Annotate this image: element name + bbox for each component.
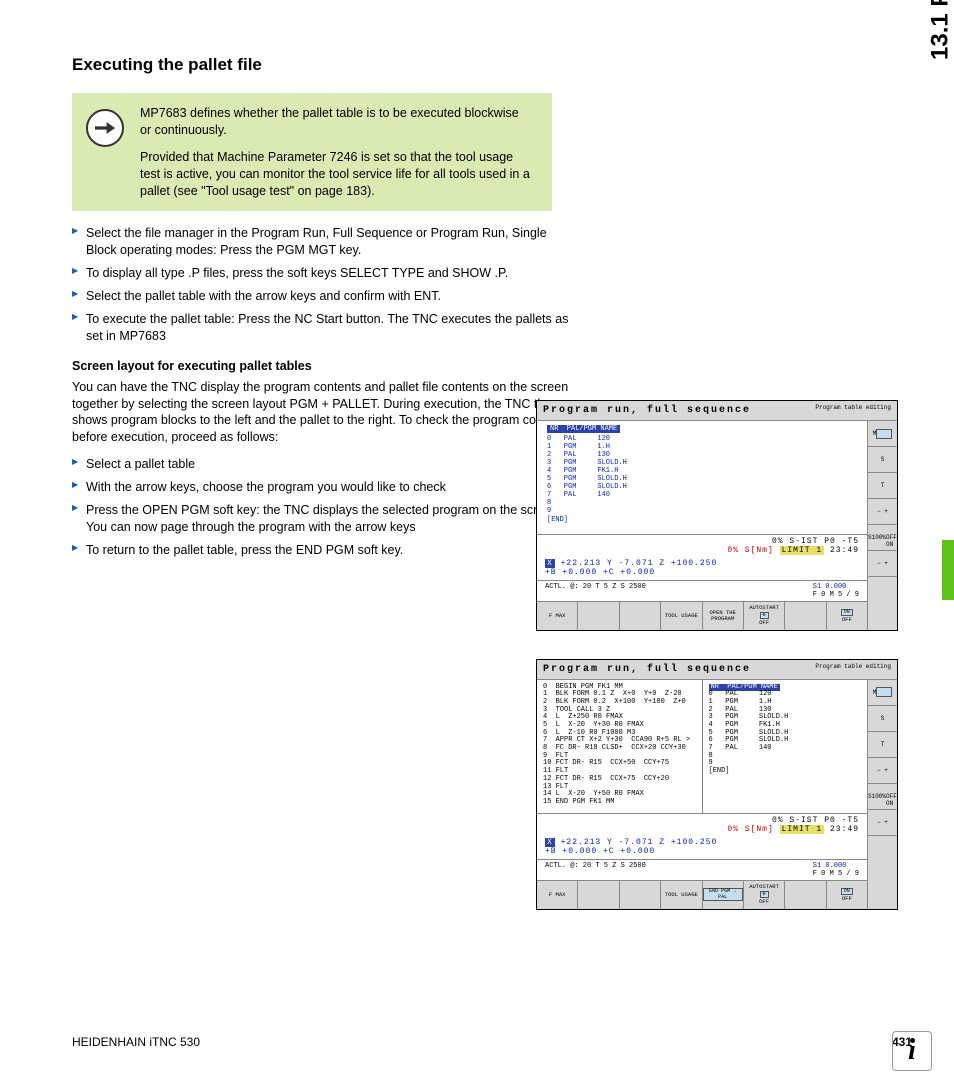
softkey[interactable] (785, 881, 826, 909)
info-bar: ACTL. @: 20 T 5 Z S 2500 S1 0.000F 0 M 5… (537, 580, 867, 601)
softkey[interactable]: TOOL USAGE (661, 881, 702, 909)
softkey[interactable] (785, 602, 826, 630)
step-item: To return to the pallet table, press the… (72, 542, 572, 559)
step-item: To execute the pallet table: Press the N… (72, 311, 572, 345)
footer-product: HEIDENHAIN iTNC 530 (72, 1035, 200, 1049)
side-button[interactable]: − + (868, 810, 897, 836)
softkey-row: F MAX TOOL USAGE OPEN THE PROGRAM AUTOST… (537, 601, 867, 630)
section-heading: Executing the pallet file (72, 55, 912, 75)
body-paragraph: You can have the TNC display the program… (72, 379, 572, 447)
side-button[interactable]: − + (868, 551, 897, 577)
softkey[interactable]: ONOFF (827, 881, 867, 909)
step-item: Select the file manager in the Program R… (72, 225, 572, 259)
steps-list: Select a pallet table With the arrow key… (72, 456, 572, 558)
step-item: Select the pallet table with the arrow k… (72, 288, 572, 305)
pallet-listing: NR PAL/PGM NAME 0 PAL 120 1 PGM 1.H 2 PA… (703, 680, 868, 813)
ss-mode-label: Program table editing (815, 405, 891, 416)
page-footer: HEIDENHAIN iTNC 530 431 (72, 1035, 912, 1049)
softkey[interactable]: AUTOSTART⊕OFF (744, 881, 785, 909)
softkey-row: F MAX TOOL USAGE END PGM → PAL AUTOSTART… (537, 880, 867, 909)
side-button[interactable]: T (868, 732, 897, 758)
side-button[interactable]: S100%OFF ON (868, 784, 897, 810)
softkey[interactable]: F MAX (537, 881, 578, 909)
softkey[interactable]: F MAX (537, 602, 578, 630)
side-button[interactable]: − + (868, 499, 897, 525)
steps-list: Select the file manager in the Program R… (72, 225, 572, 344)
side-button[interactable]: M (868, 421, 897, 447)
side-button[interactable]: T (868, 473, 897, 499)
tnc-screenshot: Program run, full sequence Program table… (536, 400, 898, 631)
coordinates-display: X +22.213 Y -7.071 Z +100.250 +B +0.000 … (537, 836, 867, 859)
pallet-list: NR PAL/PGM NAME 0 PAL 120 1 PGM 1.H 2 PA… (537, 421, 867, 534)
softkey[interactable] (620, 602, 661, 630)
ss-title: Program run, full sequence (543, 405, 751, 416)
softkey[interactable]: TOOL USAGE (661, 602, 702, 630)
tnc-screenshot: Program run, full sequence Program table… (536, 659, 898, 910)
softkey[interactable]: AUTOSTART⊕OFF (744, 602, 785, 630)
program-listing: 0 BEGIN PGM FK1 MM 1 BLK FORM 0.1 Z X+0 … (537, 680, 703, 813)
softkey[interactable]: OPEN THE PROGRAM (703, 602, 744, 630)
ss-title: Program run, full sequence (543, 664, 751, 675)
side-button[interactable]: M (868, 680, 897, 706)
step-item: Press the OPEN PGM soft key: the TNC dis… (72, 502, 572, 536)
side-button[interactable]: S100%OFF ON (868, 525, 897, 551)
softkey[interactable]: END PGM → PAL (703, 881, 744, 909)
ss-mode-label: Program table editing (815, 664, 891, 675)
side-toolbar: M S T − + S100%OFF ON − + (867, 421, 897, 630)
status-line: 0% S-IST P0 -T50% S[Nm] LIMIT 1 23:49 (545, 537, 859, 555)
note-paragraph: Provided that Machine Parameter 7246 is … (140, 149, 532, 200)
step-item: With the arrow keys, choose the program … (72, 479, 572, 496)
page-edge-tab (942, 540, 954, 600)
softkey[interactable] (578, 602, 619, 630)
step-item: Select a pallet table (72, 456, 572, 473)
softkey[interactable] (578, 881, 619, 909)
note-paragraph: MP7683 defines whether the pallet table … (140, 105, 532, 139)
note-box: MP7683 defines whether the pallet table … (72, 93, 552, 211)
side-button[interactable]: S (868, 447, 897, 473)
info-bar: ACTL. @: 20 T 5 Z S 2500 S1 0.000F 0 M 5… (537, 859, 867, 880)
arrow-right-icon (86, 109, 124, 147)
step-item: To display all type .P files, press the … (72, 265, 572, 282)
side-button[interactable]: − + (868, 758, 897, 784)
side-button[interactable]: S (868, 706, 897, 732)
softkey[interactable]: ONOFF (827, 602, 867, 630)
softkey[interactable] (620, 881, 661, 909)
status-line: 0% S-IST P0 -T50% S[Nm] LIMIT 1 23:49 (545, 816, 859, 834)
sub-heading: Screen layout for executing pallet table… (72, 359, 912, 373)
info-icon: ı (892, 1031, 932, 1071)
coordinates-display: X +22.213 Y -7.071 Z +100.250 +B +0.000 … (537, 557, 867, 580)
side-section-title: 13.1 Pallet Editor (926, 0, 954, 60)
side-toolbar: M S T − + S100%OFF ON − + (867, 680, 897, 909)
